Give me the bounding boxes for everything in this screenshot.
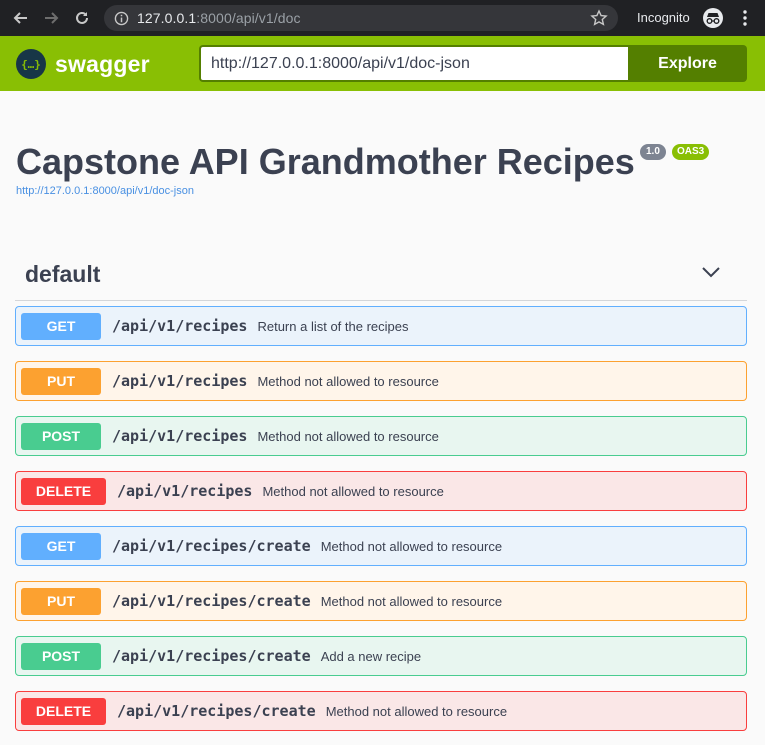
operation-summary: Method not allowed to resource [325,703,508,719]
bookmark-star-icon[interactable] [590,9,608,27]
menu-kebab-icon[interactable] [738,9,752,27]
forward-arrow-icon[interactable] [40,7,62,29]
method-badge: DELETE [21,477,106,505]
version-badge: 1.0 [640,144,666,160]
operation-post-recipes-create[interactable]: POST /api/v1/recipes/create Add a new re… [15,636,747,676]
method-badge: POST [21,422,101,450]
url-path: :8000/api/v1/doc [196,10,301,26]
browser-toolbar: 127.0.0.1:8000/api/v1/doc Incognito [0,0,765,36]
swagger-logo[interactable]: {…} swagger [16,49,150,79]
operation-path: /api/v1/recipes/create [112,537,311,555]
chevron-down-icon[interactable] [701,265,721,279]
method-badge: PUT [21,367,101,395]
page-title: Capstone API Grandmother Recipes [16,141,635,182]
back-arrow-icon[interactable] [10,7,32,29]
incognito-label: Incognito [637,10,690,25]
operation-path: /api/v1/recipes/create [117,702,316,720]
incognito-icon[interactable] [702,7,724,29]
operation-delete-recipes[interactable]: DELETE /api/v1/recipes Method not allowe… [15,471,747,511]
method-badge: POST [21,642,101,670]
operation-post-recipes[interactable]: POST /api/v1/recipes Method not allowed … [15,416,747,456]
oas-badge: OAS3 [672,144,710,160]
operation-summary: Method not allowed to resource [257,373,439,389]
method-badge: PUT [21,587,101,615]
operation-path: /api/v1/recipes [112,317,248,335]
operation-delete-recipes-create[interactable]: DELETE /api/v1/recipes/create Method not… [15,691,747,731]
operation-summary: Add a new recipe [320,648,422,664]
address-bar[interactable]: 127.0.0.1:8000/api/v1/doc [104,5,618,31]
method-badge: DELETE [21,697,106,725]
operation-summary: Method not allowed to resource [262,483,444,499]
operation-get-recipes[interactable]: GET /api/v1/recipes Return a list of the… [15,306,747,346]
method-badge: GET [21,312,101,340]
operation-summary: Return a list of the recipes [257,318,409,334]
method-badge: GET [21,532,101,560]
spec-url-input[interactable] [199,45,629,82]
url-host: 127.0.0.1 [137,10,197,26]
address-url: 127.0.0.1:8000/api/v1/doc [137,10,301,26]
operation-path: /api/v1/recipes/create [112,647,311,665]
operation-summary: Method not allowed to resource [320,538,503,554]
svg-text:{…}: {…} [21,58,41,71]
tag-name: default [25,261,101,287]
swagger-topbar: {…} swagger Explore [0,36,765,91]
swagger-logo-icon: {…} [16,49,46,79]
spec-link[interactable]: http://127.0.0.1:8000/api/v1/doc-json [16,185,194,197]
tag-default-header[interactable]: default [15,255,747,301]
operation-path: /api/v1/recipes [117,482,253,500]
operation-get-recipes-create[interactable]: GET /api/v1/recipes/create Method not al… [15,526,747,566]
operation-put-recipes-create[interactable]: PUT /api/v1/recipes/create Method not al… [15,581,747,621]
swagger-logo-text: swagger [55,50,150,77]
reload-icon[interactable] [71,7,93,29]
operation-path: /api/v1/recipes [112,427,248,445]
operation-path: /api/v1/recipes [112,372,248,390]
operation-summary: Method not allowed to resource [320,593,503,609]
operation-path: /api/v1/recipes/create [112,592,311,610]
info-icon[interactable] [113,10,129,26]
operation-put-recipes[interactable]: PUT /api/v1/recipes Method not allowed t… [15,361,747,401]
explore-button[interactable]: Explore [628,45,747,82]
operation-summary: Method not allowed to resource [257,428,439,444]
